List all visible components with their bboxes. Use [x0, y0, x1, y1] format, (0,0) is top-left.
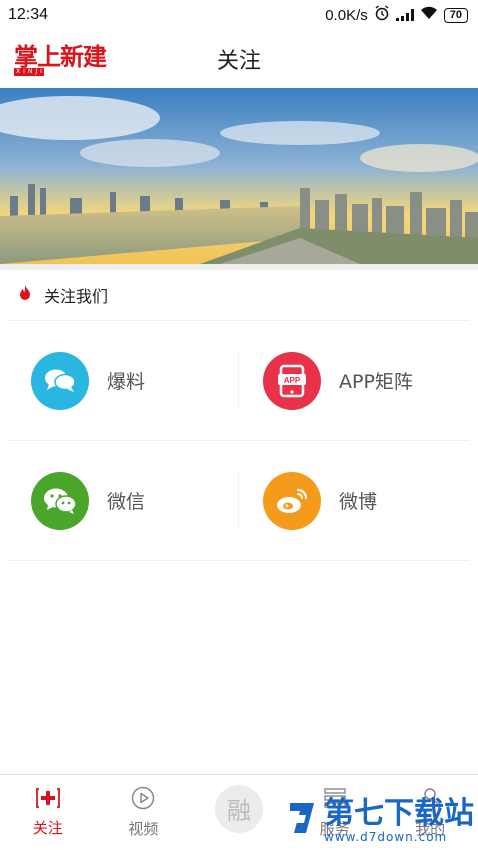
grid-item-label: 微信	[107, 491, 146, 513]
tab-label: 融	[226, 797, 251, 825]
logo-subtext: XINJIAN	[14, 68, 60, 76]
grid-item-label: APP矩阵	[339, 371, 413, 393]
logo-text: 掌上新建	[14, 42, 107, 71]
app-logo: 掌上新建 XINJIAN	[14, 42, 107, 76]
chat-bubbles-icon	[31, 351, 89, 410]
battery-icon: 70	[443, 7, 468, 23]
watermark-text: 第七下载站	[324, 796, 474, 831]
plus-cross-icon	[35, 787, 61, 813]
weibo-icon	[263, 471, 321, 530]
section-header: 关注我们	[0, 270, 478, 320]
tab-guanzhu[interactable]: 关注	[0, 775, 96, 850]
grid-item-baoliao[interactable]: 爆料	[8, 321, 238, 440]
wifi-icon	[420, 6, 438, 24]
grid-item-label: 爆料	[107, 371, 146, 393]
app-phone-icon: APP	[263, 351, 321, 410]
watermark-url: www.d7down.com	[324, 830, 448, 844]
grid-item-wechat[interactable]: 微信	[8, 441, 238, 560]
grid-item-weibo[interactable]: 微博	[238, 471, 470, 530]
app-header: 掌上新建 XINJIAN 关注	[0, 30, 478, 88]
wechat-icon	[31, 471, 89, 530]
watermark: 第七下载站 www.d7down.com	[286, 798, 474, 844]
network-speed: 0.0K/s	[325, 6, 368, 24]
follow-grid-row-2: 微信 微博	[8, 441, 470, 561]
rong-icon: 融	[214, 784, 263, 833]
grid-item-app-matrix[interactable]: APP APP矩阵	[238, 351, 470, 410]
watermark-logo-icon	[286, 799, 320, 843]
flame-icon	[18, 284, 32, 306]
tab-shipin[interactable]: 视频	[96, 775, 192, 850]
play-circle-icon	[131, 786, 155, 814]
city-skyline-photo	[0, 88, 478, 264]
status-indicators: 0.0K/s 70	[325, 5, 468, 25]
tab-rong[interactable]: 融	[191, 775, 287, 850]
svg-text:APP: APP	[284, 376, 301, 385]
grid-item-label: 微博	[339, 491, 378, 513]
status-bar: 12:34 0.0K/s 70	[0, 0, 478, 30]
alarm-icon	[374, 5, 390, 25]
follow-grid-row-1: 爆料 APP APP矩阵	[8, 321, 470, 441]
status-time: 12:34	[8, 6, 49, 23]
tab-label: 视频	[128, 820, 159, 838]
section-title: 关注我们	[44, 287, 109, 306]
banner-image[interactable]	[0, 88, 478, 270]
signal-icon	[395, 9, 414, 21]
tab-label: 关注	[32, 819, 63, 837]
